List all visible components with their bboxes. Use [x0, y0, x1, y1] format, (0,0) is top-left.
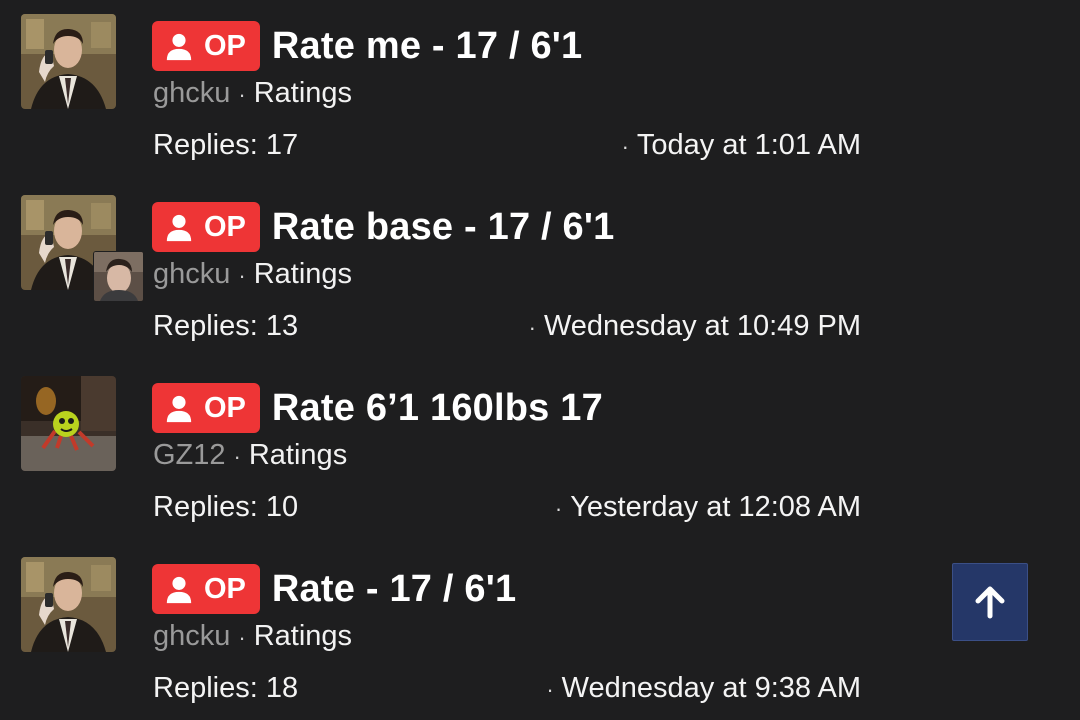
- thread-title-row: OP Rate base - 17 / 6'1: [152, 201, 614, 253]
- reply-count: Replies: 10: [153, 491, 299, 523]
- green-ball-character-avatar[interactable]: [21, 376, 116, 471]
- arrow-up-icon: [975, 586, 1005, 619]
- man-on-phone-avatar[interactable]: [21, 14, 116, 109]
- meta-separator: ·: [238, 263, 246, 288]
- thread-title-link[interactable]: Rate - 17 / 6'1: [272, 568, 516, 611]
- user-icon: [164, 31, 194, 61]
- avatar-wrap: [21, 376, 116, 471]
- op-badge: OP: [152, 202, 260, 252]
- last-post-time-link[interactable]: Today at 1:01 AM: [637, 129, 861, 162]
- last-post: · Wednesday at 9:38 AM: [546, 672, 861, 705]
- thread-meta: ghcku · Ratings: [153, 258, 352, 291]
- thread-item[interactable]: OP Rate me - 17 / 6'1 ghcku · Ratings Re…: [0, 0, 1080, 181]
- author-link[interactable]: GZ12: [153, 439, 226, 472]
- last-post: · Yesterday at 12:08 AM: [555, 491, 861, 524]
- op-label: OP: [204, 572, 246, 605]
- thread-list: OP Rate me - 17 / 6'1 ghcku · Ratings Re…: [0, 0, 1080, 720]
- last-post-separator: ·: [546, 677, 554, 702]
- thread-title-link[interactable]: Rate 6’1 160lbs 17: [272, 387, 603, 430]
- last-post-time-link[interactable]: Wednesday at 10:49 PM: [544, 310, 861, 343]
- avatar-wrap: [21, 557, 116, 652]
- thread-title-link[interactable]: Rate me - 17 / 6'1: [272, 25, 582, 68]
- last-post-time-link[interactable]: Yesterday at 12:08 AM: [570, 491, 861, 524]
- meta-separator: ·: [238, 82, 246, 107]
- thread-title-row: OP Rate - 17 / 6'1: [152, 563, 516, 615]
- op-badge: OP: [152, 564, 260, 614]
- thread-item[interactable]: OP Rate base - 17 / 6'1 ghcku · Ratings …: [0, 181, 1080, 362]
- op-badge: OP: [152, 21, 260, 71]
- last-post-separator: ·: [528, 315, 536, 340]
- thread-meta: ghcku · Ratings: [153, 77, 352, 110]
- op-label: OP: [204, 210, 246, 243]
- forum-link[interactable]: Ratings: [254, 620, 352, 653]
- thread-meta: ghcku · Ratings: [153, 620, 352, 653]
- forum-link[interactable]: Ratings: [254, 258, 352, 291]
- author-link[interactable]: ghcku: [153, 258, 230, 291]
- thread-title-row: OP Rate 6’1 160lbs 17: [152, 382, 603, 434]
- reply-count: Replies: 17: [153, 129, 299, 161]
- user-icon: [164, 212, 194, 242]
- op-label: OP: [204, 29, 246, 62]
- man-on-phone-avatar[interactable]: [21, 557, 116, 652]
- last-post: · Today at 1:01 AM: [622, 129, 861, 162]
- user-icon: [164, 393, 194, 423]
- forum-link[interactable]: Ratings: [254, 77, 352, 110]
- thread-item[interactable]: OP Rate 6’1 160lbs 17 GZ12 · Ratings Rep…: [0, 362, 1080, 543]
- op-label: OP: [204, 391, 246, 424]
- last-post-separator: ·: [621, 134, 629, 159]
- user-icon: [164, 574, 194, 604]
- reply-count: Replies: 13: [153, 310, 299, 342]
- author-link[interactable]: ghcku: [153, 620, 230, 653]
- last-post-separator: ·: [554, 496, 563, 521]
- thread-title-row: OP Rate me - 17 / 6'1: [152, 20, 582, 72]
- last-post: · Wednesday at 10:49 PM: [529, 310, 861, 343]
- scroll-to-top-button[interactable]: [952, 563, 1028, 641]
- op-badge: OP: [152, 383, 260, 433]
- thread-title-link[interactable]: Rate base - 17 / 6'1: [272, 206, 615, 249]
- last-post-time-link[interactable]: Wednesday at 9:38 AM: [562, 672, 861, 705]
- meta-separator: ·: [233, 444, 241, 469]
- meta-separator: ·: [238, 625, 246, 650]
- reply-count: Replies: 18: [153, 672, 299, 704]
- avatar-wrap: [21, 195, 144, 302]
- forum-link[interactable]: Ratings: [249, 439, 347, 472]
- thread-item[interactable]: OP Rate - 17 / 6'1 ghcku · Ratings Repli…: [0, 543, 1080, 720]
- thread-meta: GZ12 · Ratings: [153, 439, 347, 472]
- avatar-wrap: [21, 14, 116, 109]
- author-link[interactable]: ghcku: [153, 77, 230, 110]
- young-man-avatar[interactable]: [93, 251, 144, 302]
